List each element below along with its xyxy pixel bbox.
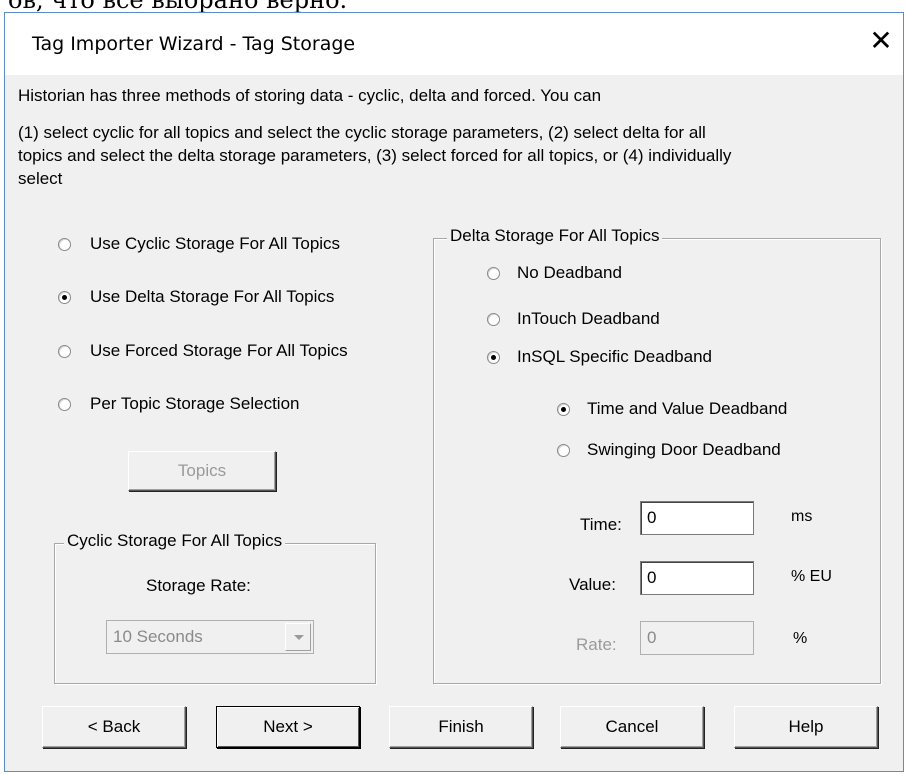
storage-rate-value: 10 Seconds [113,627,203,646]
top-cut-text: ов, что все выбрано верно. [0,0,906,12]
help-button[interactable]: Help [734,706,878,748]
dialog-title: Tag Importer Wizard - Tag Storage [32,33,356,55]
radio-insql-deadband[interactable]: InSQL Specific Deadband [487,347,777,373]
time-label: Time: [580,515,622,534]
radio-cyclic-label: Use Cyclic Storage For All Topics [90,234,341,253]
delta-group-title: Delta Storage For All Topics [447,226,663,246]
radio-insql-indicator[interactable] [487,351,500,364]
finish-button[interactable]: Finish [389,706,533,748]
radio-delta-label: Use Delta Storage For All Topics [90,287,335,306]
rate-label: Rate: [576,635,617,654]
time-input[interactable]: 0 [640,501,754,535]
radio-time-value-label: Time and Value Deadband [587,399,788,418]
storage-rate-select[interactable]: 10 Seconds [106,620,314,654]
radio-forced-indicator[interactable] [58,345,71,358]
next-button[interactable]: Next > [216,706,360,748]
intro-line-1: Historian has three methods of storing d… [18,86,602,105]
cyclic-storage-group [54,543,376,684]
radio-per-topic-indicator[interactable] [58,398,71,411]
radio-time-value-indicator[interactable] [557,403,570,416]
radio-forced-label: Use Forced Storage For All Topics [90,341,348,360]
intro-line-4: select [18,169,63,188]
rate-input[interactable]: 0 [640,621,754,655]
intro-line-3: topics and select the delta storage para… [18,146,732,165]
topics-button[interactable]: Topics [128,451,276,491]
radio-swinging-door-indicator[interactable] [557,444,570,457]
radio-delta-indicator[interactable] [58,291,71,304]
radio-intouch-indicator[interactable] [487,313,500,326]
radio-no-deadband[interactable]: No Deadband [487,263,707,289]
radio-swinging-door-label: Swinging Door Deadband [587,440,781,459]
radio-no-deadband-label: No Deadband [517,263,622,282]
value-label: Value: [569,575,616,594]
cancel-button[interactable]: Cancel [560,706,704,748]
value-unit: % EU [791,568,832,585]
radio-no-deadband-indicator[interactable] [487,267,500,280]
chevron-down-icon[interactable] [285,623,311,651]
cyclic-group-title: Cyclic Storage For All Topics [64,531,286,551]
radio-per-topic-label: Per Topic Storage Selection [90,394,300,413]
radio-insql-label: InSQL Specific Deadband [517,347,712,366]
value-input[interactable]: 0 [640,561,754,595]
radio-per-topic[interactable]: Per Topic Storage Selection [58,394,368,420]
radio-cyclic-indicator[interactable] [58,238,71,251]
close-icon[interactable]: ✕ [866,26,896,56]
radio-time-value-deadband[interactable]: Time and Value Deadband [557,399,847,425]
intro-line-2: (1) select cyclic for all topics and sel… [18,123,706,142]
back-button[interactable]: < Back [42,706,186,748]
radio-delta-storage[interactable]: Use Delta Storage For All Topics [58,287,368,313]
time-unit: ms [791,508,813,525]
storage-rate-label: Storage Rate: [146,576,251,595]
rate-unit: % [793,630,808,647]
radio-swinging-door-deadband[interactable]: Swinging Door Deadband [557,440,857,466]
radio-intouch-label: InTouch Deadband [517,309,660,328]
radio-cyclic-storage[interactable]: Use Cyclic Storage For All Topics [58,234,368,260]
radio-intouch-deadband[interactable]: InTouch Deadband [487,309,727,335]
radio-forced-storage[interactable]: Use Forced Storage For All Topics [58,341,378,367]
